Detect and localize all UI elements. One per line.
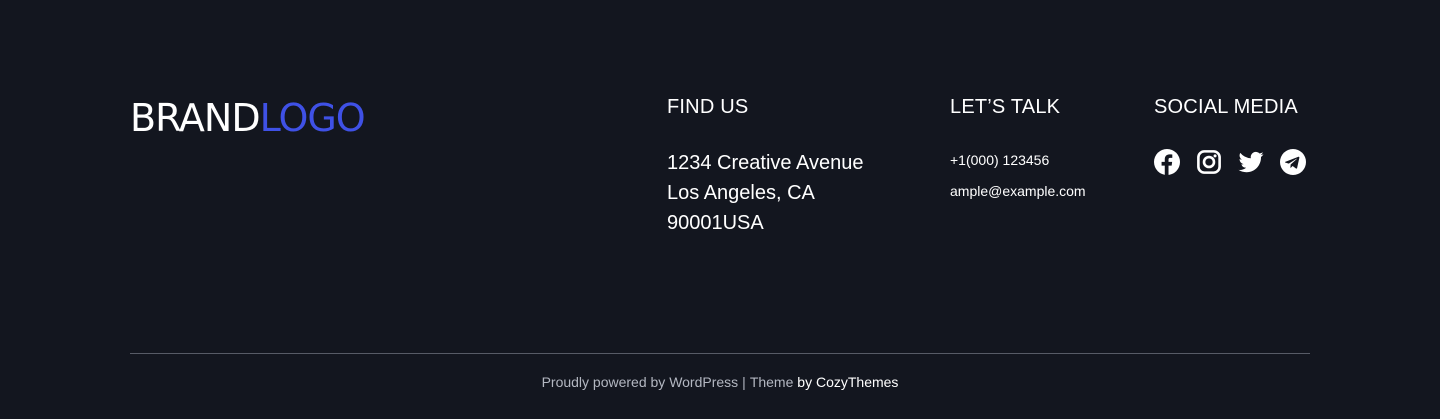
address-line: Los Angeles, CA (667, 182, 815, 204)
lets-talk-heading: LET’S TALK (950, 96, 1061, 118)
brand-logo-text: BRAND (130, 96, 261, 140)
theme-link[interactable]: by CozyThemes (797, 374, 898, 390)
twitter-icon[interactable] (1238, 149, 1264, 175)
social-media-heading: SOCIAL MEDIA (1154, 96, 1298, 118)
footer-divider (130, 353, 1310, 354)
telegram-icon[interactable] (1280, 149, 1306, 175)
find-us-heading: FIND US (667, 96, 749, 118)
social-icons (1154, 149, 1306, 175)
address-line: 90001USA (667, 212, 764, 234)
find-us-section: FIND US 1234 Creative Avenue Los Angeles… (667, 94, 863, 238)
contact-info: +1(000) 123456 ample@example.com (950, 150, 1086, 201)
credits-separator: | (742, 374, 746, 390)
social-media-section: SOCIAL MEDIA (1154, 94, 1306, 175)
brand-logo[interactable]: BRANDLOGO (130, 96, 366, 140)
address: 1234 Creative Avenue Los Angeles, CA 900… (667, 148, 863, 238)
email-address[interactable]: ample@example.com (950, 181, 1086, 201)
theme-label: Theme (749, 374, 794, 390)
footer-credits: Proudly powered by WordPress | Theme by Co… (0, 373, 1440, 391)
phone-number[interactable]: +1(000) 123456 (950, 150, 1086, 170)
powered-by-text[interactable]: Proudly powered by WordPress (542, 374, 739, 390)
instagram-icon[interactable] (1196, 149, 1222, 175)
address-line: 1234 Creative Avenue (667, 152, 864, 174)
brand-logo-accent: LOGO (259, 96, 366, 140)
facebook-icon[interactable] (1154, 149, 1180, 175)
lets-talk-section: LET’S TALK +1(000) 123456 ample@example.… (950, 94, 1086, 212)
